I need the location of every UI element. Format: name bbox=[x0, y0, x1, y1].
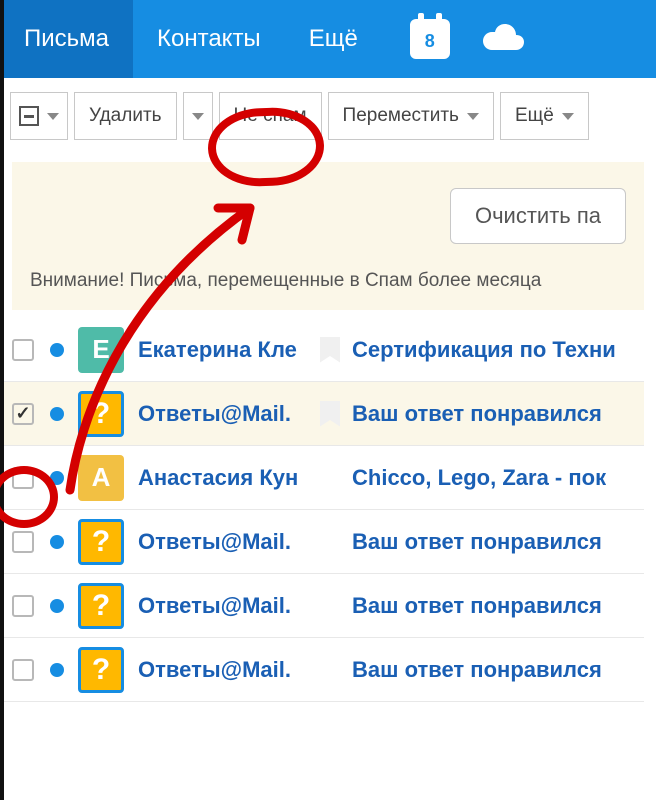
calendar-day: 8 bbox=[425, 31, 435, 52]
more-button[interactable]: Ещё bbox=[500, 92, 589, 140]
nav-more[interactable]: Ещё bbox=[285, 0, 382, 78]
select-all-toggle[interactable] bbox=[10, 92, 68, 140]
message-sender: Ответы@Mail. bbox=[138, 401, 320, 427]
message-row[interactable]: ? Ответы@Mail. Ваш ответ понравился bbox=[0, 382, 644, 446]
message-checkbox[interactable] bbox=[12, 467, 34, 489]
unread-dot-icon bbox=[50, 407, 64, 421]
message-sender: Екатерина Кле bbox=[138, 337, 320, 363]
warning-panel: Очистить па Внимание! Письма, перемещенн… bbox=[12, 162, 644, 310]
left-edge bbox=[0, 0, 4, 800]
unread-dot-icon bbox=[50, 663, 64, 677]
message-checkbox[interactable] bbox=[12, 659, 34, 681]
message-checkbox[interactable] bbox=[12, 595, 34, 617]
avatar: ? bbox=[78, 583, 124, 629]
not-spam-button[interactable]: Не спам bbox=[219, 92, 322, 140]
message-row[interactable]: ? Ответы@Mail. Ваш ответ понравился bbox=[0, 574, 644, 638]
message-list: Е Екатерина Кле Сертификация по Техни? Отве… bbox=[0, 318, 644, 702]
unread-dot-icon bbox=[50, 471, 64, 485]
message-sender: Ответы@Mail. bbox=[138, 529, 320, 555]
avatar: ? bbox=[78, 519, 124, 565]
avatar: Е bbox=[78, 327, 124, 373]
nav-mail[interactable]: Письма bbox=[0, 0, 133, 78]
top-nav: Письма Контакты Ещё 8 bbox=[0, 0, 656, 78]
avatar: А bbox=[78, 455, 124, 501]
bookmark-icon[interactable] bbox=[320, 401, 340, 427]
clear-folder-button[interactable]: Очистить па bbox=[450, 188, 626, 244]
avatar: ? bbox=[78, 647, 124, 693]
nav-contacts[interactable]: Контакты bbox=[133, 0, 285, 78]
unread-dot-icon bbox=[50, 599, 64, 613]
toolbar: Удалить Не спам Переместить Ещё bbox=[0, 78, 656, 154]
move-button[interactable]: Переместить bbox=[328, 92, 494, 140]
message-checkbox[interactable] bbox=[12, 339, 34, 361]
message-row[interactable]: ? Ответы@Mail. Ваш ответ понравился bbox=[0, 638, 644, 702]
avatar: ? bbox=[78, 391, 124, 437]
message-subject: Ваш ответ понравился bbox=[352, 401, 602, 427]
calendar-icon[interactable]: 8 bbox=[410, 19, 450, 59]
message-subject: Ваш ответ понравился bbox=[352, 657, 602, 683]
message-checkbox[interactable] bbox=[12, 531, 34, 553]
message-row[interactable]: ? Ответы@Mail. Ваш ответ понравился bbox=[0, 510, 644, 574]
message-row[interactable]: А Анастасия Кун Chicco, Lego, Zara - пок bbox=[0, 446, 644, 510]
message-sender: Анастасия Кун bbox=[138, 465, 320, 491]
message-sender: Ответы@Mail. bbox=[138, 657, 320, 683]
message-subject: Ваш ответ понравился bbox=[352, 529, 602, 555]
delete-dropdown[interactable] bbox=[183, 92, 213, 140]
message-subject: Сертификация по Техни bbox=[352, 337, 616, 363]
message-subject: Ваш ответ понравился bbox=[352, 593, 602, 619]
bookmark-icon[interactable] bbox=[320, 337, 340, 363]
message-row[interactable]: Е Екатерина Кле Сертификация по Техни bbox=[0, 318, 644, 382]
unread-dot-icon bbox=[50, 343, 64, 357]
cloud-icon[interactable] bbox=[478, 21, 526, 58]
unread-dot-icon bbox=[50, 535, 64, 549]
message-subject: Chicco, Lego, Zara - пок bbox=[352, 465, 606, 491]
message-sender: Ответы@Mail. bbox=[138, 593, 320, 619]
delete-button[interactable]: Удалить bbox=[74, 92, 177, 140]
message-checkbox[interactable] bbox=[12, 403, 34, 425]
warning-text: Внимание! Письма, перемещенные в Спам бо… bbox=[30, 270, 626, 292]
